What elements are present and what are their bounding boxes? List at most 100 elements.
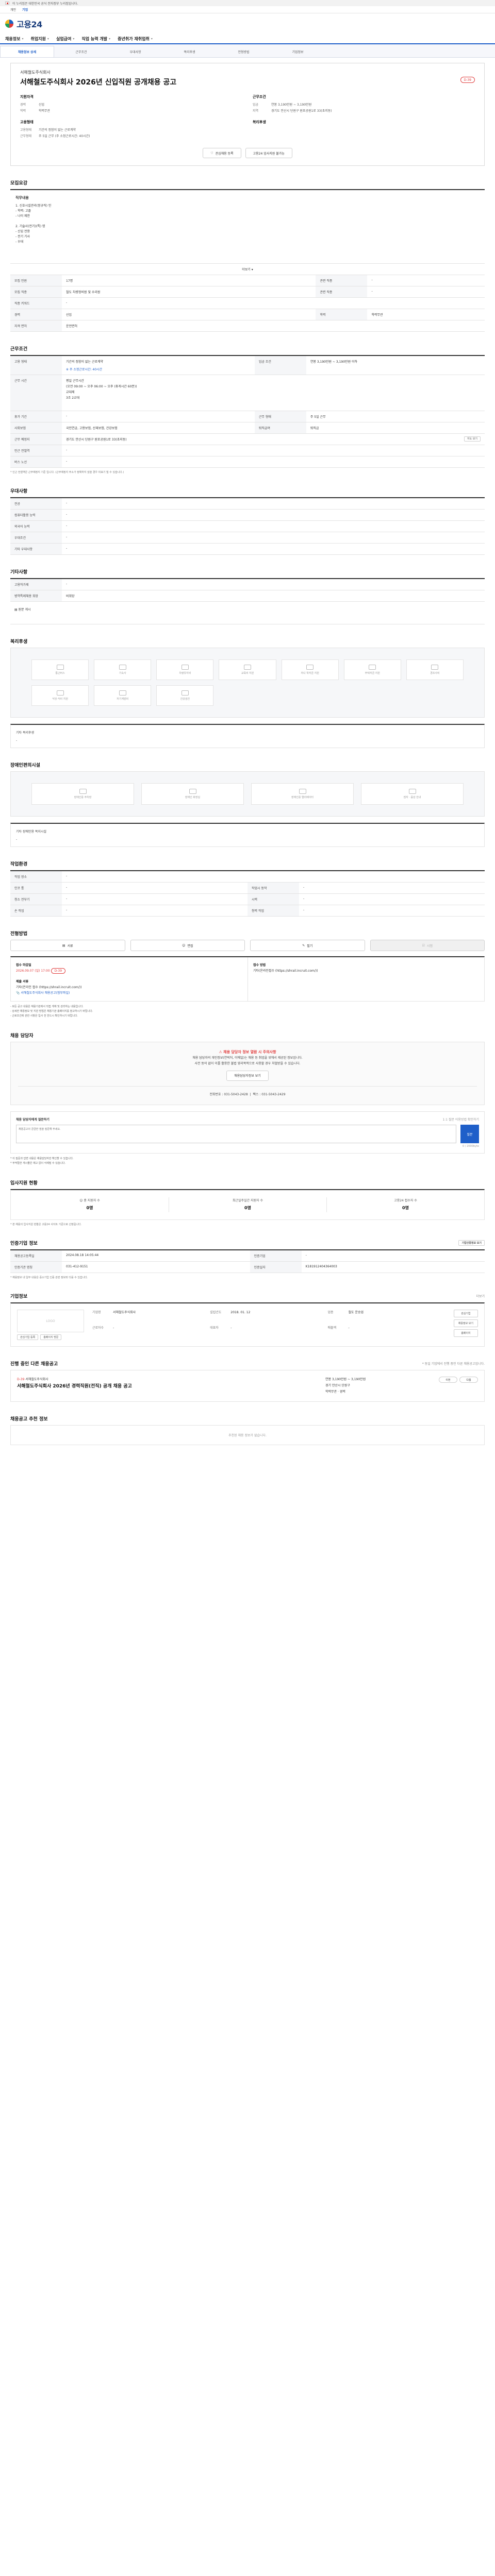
question-submit-button[interactable]: 질문: [460, 1125, 479, 1143]
summary-row: 임금 연봉 3,190만원 ~ 3,190만원: [253, 103, 312, 107]
map-button[interactable]: 지도 보기: [464, 436, 481, 442]
gnb-item-midcareer[interactable]: 중년취가 재취업취 ▾: [118, 36, 153, 42]
cap-icon: [306, 665, 314, 670]
gnb-item-jobs[interactable]: 채용정보 ▾: [5, 36, 23, 42]
nav-personal[interactable]: 개인: [10, 7, 16, 12]
gov-banner-text: 이 누리집은 대한민국 공식 전자정부 누리집입니다.: [12, 2, 78, 6]
gnb-item-unemployment[interactable]: 실업급여 ▾: [56, 36, 74, 42]
section-title: 우대사항: [10, 489, 28, 494]
section-title: 장애인편의시설: [10, 763, 40, 768]
welfare-item: 기숙사: [94, 659, 152, 680]
checklist-icon: ☑: [422, 943, 425, 947]
apply-section: 전형방법 ▤ 서류 ☺ 면접 ✎ 필기 ☑ 시험 접수 마감일 2026.09.07 (…: [10, 930, 485, 1019]
logo-icon[interactable]: [5, 20, 13, 28]
toilet-icon: [189, 789, 196, 794]
summary-row: 지역 경기도 안산시 단원구 원포공원1로 33(초지동): [253, 109, 332, 113]
company-actions: 관심기업 채용정보 보기 홈페이지: [453, 1310, 478, 1340]
apply-unavailable-button[interactable]: 고용24 입사지원 불가능: [245, 148, 292, 158]
gnb-item-support[interactable]: 취업지원 ▾: [30, 36, 48, 42]
more-button[interactable]: 더보기 ▾: [10, 263, 485, 275]
carousel-nav: 이전 다음: [439, 1377, 478, 1395]
step-written: ✎ 필기: [250, 940, 365, 951]
company-fav-button[interactable]: 관심기업: [453, 1310, 478, 1317]
welfare-item: 주택자금 지원: [343, 659, 401, 680]
company-fields: 기업명 서해철도주식회사 설립년도 2018. 01. 12 업종 철도 운송업 근로…: [92, 1311, 364, 1330]
chevron-down-icon: ▾: [47, 37, 49, 41]
welfare-block: 복리후생: [253, 120, 475, 140]
tab-apply[interactable]: 전형방법: [217, 46, 271, 57]
tab-welfare[interactable]: 복리후생: [162, 46, 217, 57]
recommend-empty: 추천된 채용 정보가 없습니다.: [10, 1425, 485, 1445]
welfare-item: 건강검진: [156, 685, 214, 706]
document-icon: ▤: [62, 943, 65, 947]
cert-info-button[interactable]: 기업인증정보 보기: [458, 1240, 485, 1246]
question-help-link[interactable]: 1:1 질문 이용방법 확인하기: [442, 1117, 479, 1122]
work-table: 고용 형태 기간의 정함이 없는 근로계약 ※ 주 소정근로시간: 40시간 임금…: [10, 355, 485, 468]
gnb-item-training[interactable]: 직업 능력 개발 ▾: [81, 36, 110, 42]
meal-icon: [56, 690, 64, 696]
other-job-details: 연봉 3,190만원 ~ 3,190만원 경기 안산시 단원구 학력무관 · 경…: [325, 1378, 366, 1394]
welfare-item: 자녀 학자금 지원: [281, 659, 339, 680]
site-header: 고용24: [0, 13, 495, 34]
tab-detail[interactable]: 채용정보 상세: [0, 46, 54, 57]
table-row: 고용 형태 기간의 정함이 없는 근로계약 ※ 주 소정근로시간: 40시간 임금…: [10, 355, 485, 375]
disabled-free: 기타 장애인용 복지시설 -: [10, 823, 485, 847]
attachment-link[interactable]: 📎 서해철도주식회사 채용공고(첨부파일): [16, 991, 70, 995]
braille-icon: [408, 789, 416, 794]
hours-note: ※ 주 소정근로시간: 40시간: [66, 368, 103, 371]
prefer-table: 전공 - 컴퓨터활용 능력 - 외국어 능력 - 우대조건 - 기타 우대사항 -: [10, 497, 485, 555]
save-job-button[interactable]: ♡ 관심채용 등록: [203, 148, 241, 158]
warning-icon: ⚠: [219, 1050, 222, 1054]
table-row: 우대조건 -: [10, 532, 485, 544]
table-row: 기타 우대사항 -: [10, 543, 485, 555]
company-homepage-button[interactable]: 홈페이지: [453, 1329, 478, 1337]
original-post-link[interactable]: ▤ 원문 게시: [14, 608, 31, 612]
table-row: 채용공고등록일 2024.08.18 14:05:44 인증기업 -: [10, 1250, 485, 1262]
summary-row: 고용형태 기간의 정함이 없는 근로계약: [20, 128, 76, 132]
section-title: 채용 담당자: [10, 1033, 34, 1039]
table-row: ▤ 원문 게시: [10, 601, 485, 624]
other-job-card[interactable]: D-39 서해철도주식회사 서해철도주식회사 2026년 경력직원(전직) 공개…: [10, 1370, 485, 1402]
section-title: 전형방법: [10, 931, 28, 937]
recruit-table: 직무내용 1. 신호시설관리(정규직) 인- 학력: 고졸 - 나이 제한 2. …: [10, 189, 485, 332]
company-name[interactable]: 서해철도주식회사: [20, 70, 475, 75]
nav-corporate[interactable]: 기업: [22, 7, 28, 12]
question-input[interactable]: [16, 1125, 456, 1143]
welfare-icons: 통근버스 기숙사 차량유지비 교육비 지원 자녀 학자금 지원 주택자금 지원 …: [10, 648, 485, 718]
stat-total: ☺ 총 지원자 수 0명: [79, 1199, 100, 1210]
recruit-section: 모집요강 직무내용 1. 신호시설관리(정규직) 인- 학력: 고졸 - 나이 제…: [10, 179, 485, 332]
main-nav: 채용정보 ▾ 취업지원 ▾ 실업급여 ▾ 직업 능력 개발 ▾ 중년취가 재취업취 ▾: [0, 34, 495, 44]
summary-row: 근무형태 주 5일 근무 (주 소정근로시간: 40시간): [20, 134, 90, 138]
section-title: 입사지원 현황: [10, 1181, 38, 1186]
person-icon: ☺: [182, 943, 186, 947]
company-more-link[interactable]: 더보기: [476, 1294, 485, 1298]
table-row: 모집 직종 철도 차량정비원 및 수리원 관련 직종 -: [10, 286, 485, 298]
deadline-col: 접수 마감일 2026.09.07 (일) 17:00 D-39 제출 서류 기…: [16, 963, 82, 995]
contact-line: 전화번호 : 031-5043-2428 | 팩스 : 031-5043-242…: [18, 1086, 477, 1097]
section-title: 기타사항: [10, 570, 28, 575]
site-logo[interactable]: 고용24: [16, 18, 42, 30]
table-row: 휴가 기간 - 근무 형태 주 5일 근무: [10, 411, 485, 422]
work-note: * 인근 전철역은 근무예정지 기준 입니다. (근무예정지 주소가 정확하지 …: [10, 471, 124, 474]
attachment-icon: 📎: [16, 991, 20, 995]
view-manager-button[interactable]: 채용담당자정보 보기: [226, 1071, 269, 1081]
table-row: 병역특례채용 희망 비희망: [10, 590, 485, 602]
tab-company[interactable]: 기업정보: [271, 46, 325, 57]
chevron-down-icon: ▾: [251, 268, 253, 272]
section-title: 작업환경: [10, 862, 28, 867]
company-jobs-button[interactable]: 채용정보 보기: [453, 1319, 478, 1327]
prev-button[interactable]: 이전: [439, 1377, 457, 1383]
table-row: 컴퓨터활용 능력 -: [10, 509, 485, 521]
heart-icon: ♡: [210, 151, 213, 155]
fav-company-button[interactable]: 관심기업 등록: [17, 1334, 39, 1340]
other-job-title[interactable]: 서해철도주식회사 2026년 경력직원(전직) 공개 채용 공고: [17, 1384, 315, 1389]
section-title: 인증기업 정보: [10, 1241, 38, 1246]
visit-homepage-button[interactable]: 홈페이지 방문: [40, 1334, 62, 1340]
tab-conditions[interactable]: 근무조건: [54, 46, 108, 57]
next-button[interactable]: 다음: [459, 1377, 478, 1383]
table-row: 손 작업 - 청력 작업 -: [10, 905, 485, 917]
job-title: 서해철도주식회사 2026년 신입직원 공개채용 공고: [20, 78, 177, 87]
dday-text: D-39: [17, 1378, 25, 1381]
table-row: 직종 키워드 -: [10, 297, 485, 309]
tab-prefer[interactable]: 우대사항: [108, 46, 162, 57]
